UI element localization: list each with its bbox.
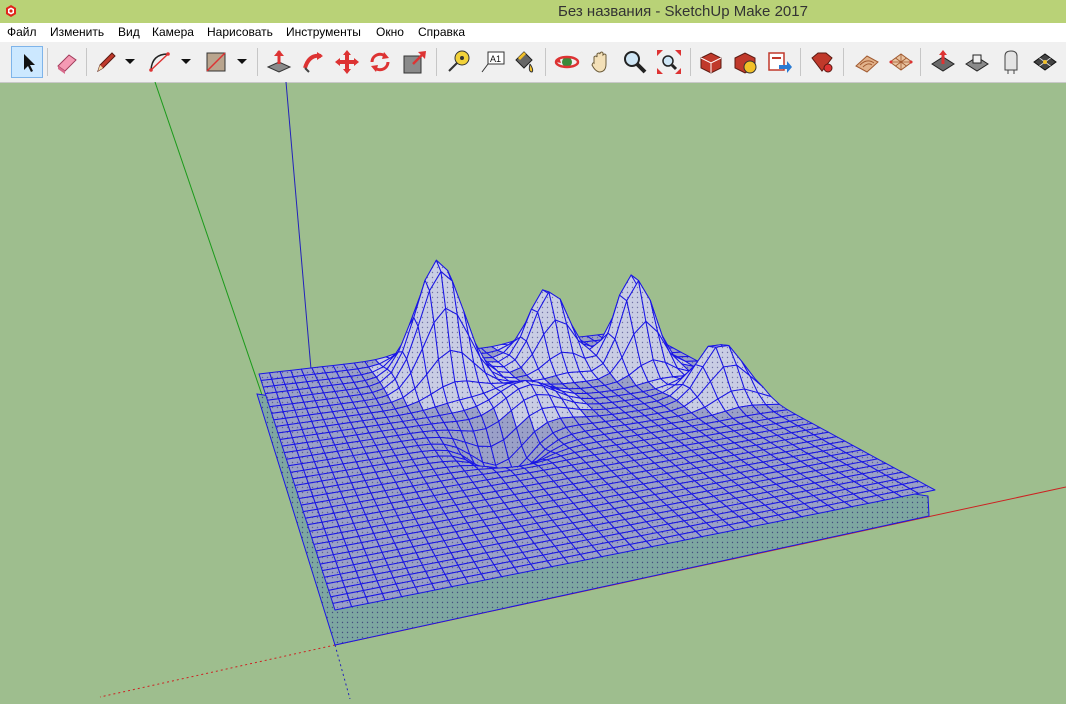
- scene-canvas[interactable]: [0, 81, 1066, 700]
- smoove-icon: [931, 50, 955, 72]
- stamp-icon: [965, 54, 989, 72]
- 3d-warehouse-icon: [700, 52, 722, 74]
- text-label-icon: A1: [481, 51, 505, 73]
- rectangle-icon: [206, 52, 226, 72]
- push-pull-icon: [266, 50, 292, 73]
- zoom-icon: [624, 51, 647, 74]
- sandbox-grid-icon: [889, 53, 913, 71]
- select-arrow-icon: [24, 54, 35, 72]
- follow-me-icon: [303, 52, 323, 73]
- sandbox-contours-icon: [855, 55, 879, 73]
- tape-measure-tool-button[interactable]: [444, 48, 472, 76]
- orbit-icon: [554, 55, 580, 69]
- select-tool-button[interactable]: [11, 46, 43, 78]
- green-axis-line: [154, 81, 263, 396]
- ruby-extension-button[interactable]: [808, 48, 836, 76]
- smoove-button[interactable]: [929, 48, 957, 76]
- share-model-button[interactable]: [765, 48, 793, 76]
- move-icon: [335, 50, 359, 74]
- terrain-mesh[interactable]: [258, 259, 936, 611]
- paint-bucket-icon: [515, 51, 534, 73]
- move-tool-button[interactable]: [333, 48, 361, 76]
- red-axis-dashed-line: [99, 644, 336, 698]
- pan-tool-button[interactable]: [587, 48, 615, 76]
- eraser-tool-button[interactable]: [53, 48, 81, 76]
- blue-axis-dashed-line: [334, 644, 351, 700]
- scale-icon: [403, 51, 426, 74]
- menu-draw[interactable]: Нарисовать: [207, 25, 273, 39]
- rotate-icon: [370, 52, 390, 72]
- eraser-icon: [57, 54, 77, 74]
- add-detail-icon: [1033, 53, 1057, 71]
- 3d-warehouse-button[interactable]: [697, 48, 725, 76]
- menu-view[interactable]: Вид: [118, 25, 140, 39]
- push-pull-tool-button[interactable]: [265, 48, 293, 76]
- scale-tool-button[interactable]: [401, 48, 429, 76]
- text-tool-glyph: A1: [490, 54, 501, 64]
- arc-icon: [149, 52, 170, 72]
- drape-icon: [1004, 50, 1018, 74]
- window-title-text: Без названия - SketchUp Make 2017: [558, 3, 808, 20]
- sandbox-from-scratch-button[interactable]: [887, 48, 915, 76]
- arc-tool-button[interactable]: [146, 48, 174, 76]
- add-detail-button[interactable]: [1031, 48, 1059, 76]
- window-title: Без названия - SketchUp Make 2017: [0, 0, 1066, 23]
- zoom-tool-button[interactable]: [621, 48, 649, 76]
- menu-help[interactable]: Справка: [418, 25, 465, 39]
- line-tools-dropdown[interactable]: [124, 54, 136, 68]
- rotate-tool-button[interactable]: [366, 48, 394, 76]
- modeling-viewport[interactable]: [0, 81, 1066, 700]
- menu-bar: Файл Изменить Вид Камера Нарисовать Инст…: [0, 23, 1066, 42]
- follow-me-tool-button[interactable]: [299, 48, 327, 76]
- orbit-tool-button[interactable]: [553, 48, 581, 76]
- menu-file[interactable]: Файл: [7, 25, 37, 39]
- zoom-extents-tool-button[interactable]: [655, 48, 683, 76]
- stamp-button[interactable]: [963, 48, 991, 76]
- share-model-icon: [768, 52, 792, 73]
- ruby-extension-icon: [811, 52, 833, 73]
- extension-warehouse-button[interactable]: [731, 48, 759, 76]
- paint-bucket-tool-button[interactable]: [510, 48, 538, 76]
- menu-camera[interactable]: Камера: [152, 25, 194, 39]
- pencil-line-icon: [97, 52, 116, 73]
- menu-edit[interactable]: Изменить: [50, 25, 104, 39]
- arc-tools-dropdown[interactable]: [180, 54, 192, 68]
- zoom-extents-icon: [657, 50, 681, 74]
- shape-tools-dropdown[interactable]: [236, 54, 248, 68]
- menu-tools[interactable]: Инструменты: [286, 25, 361, 39]
- menu-window[interactable]: Окно: [376, 25, 404, 39]
- tape-measure-icon: [448, 50, 470, 72]
- title-bar: Без названия - SketchUp Make 2017: [0, 0, 1066, 23]
- extension-warehouse-icon: [734, 52, 757, 74]
- line-tool-button[interactable]: [92, 48, 120, 76]
- main-toolbar: A1: [0, 42, 1066, 83]
- pan-hand-icon: [591, 51, 607, 73]
- rectangle-tool-button[interactable]: [202, 48, 230, 76]
- text-tool-button[interactable]: A1: [478, 48, 506, 76]
- drape-button[interactable]: [997, 48, 1025, 76]
- sandbox-from-contours-button[interactable]: [853, 48, 881, 76]
